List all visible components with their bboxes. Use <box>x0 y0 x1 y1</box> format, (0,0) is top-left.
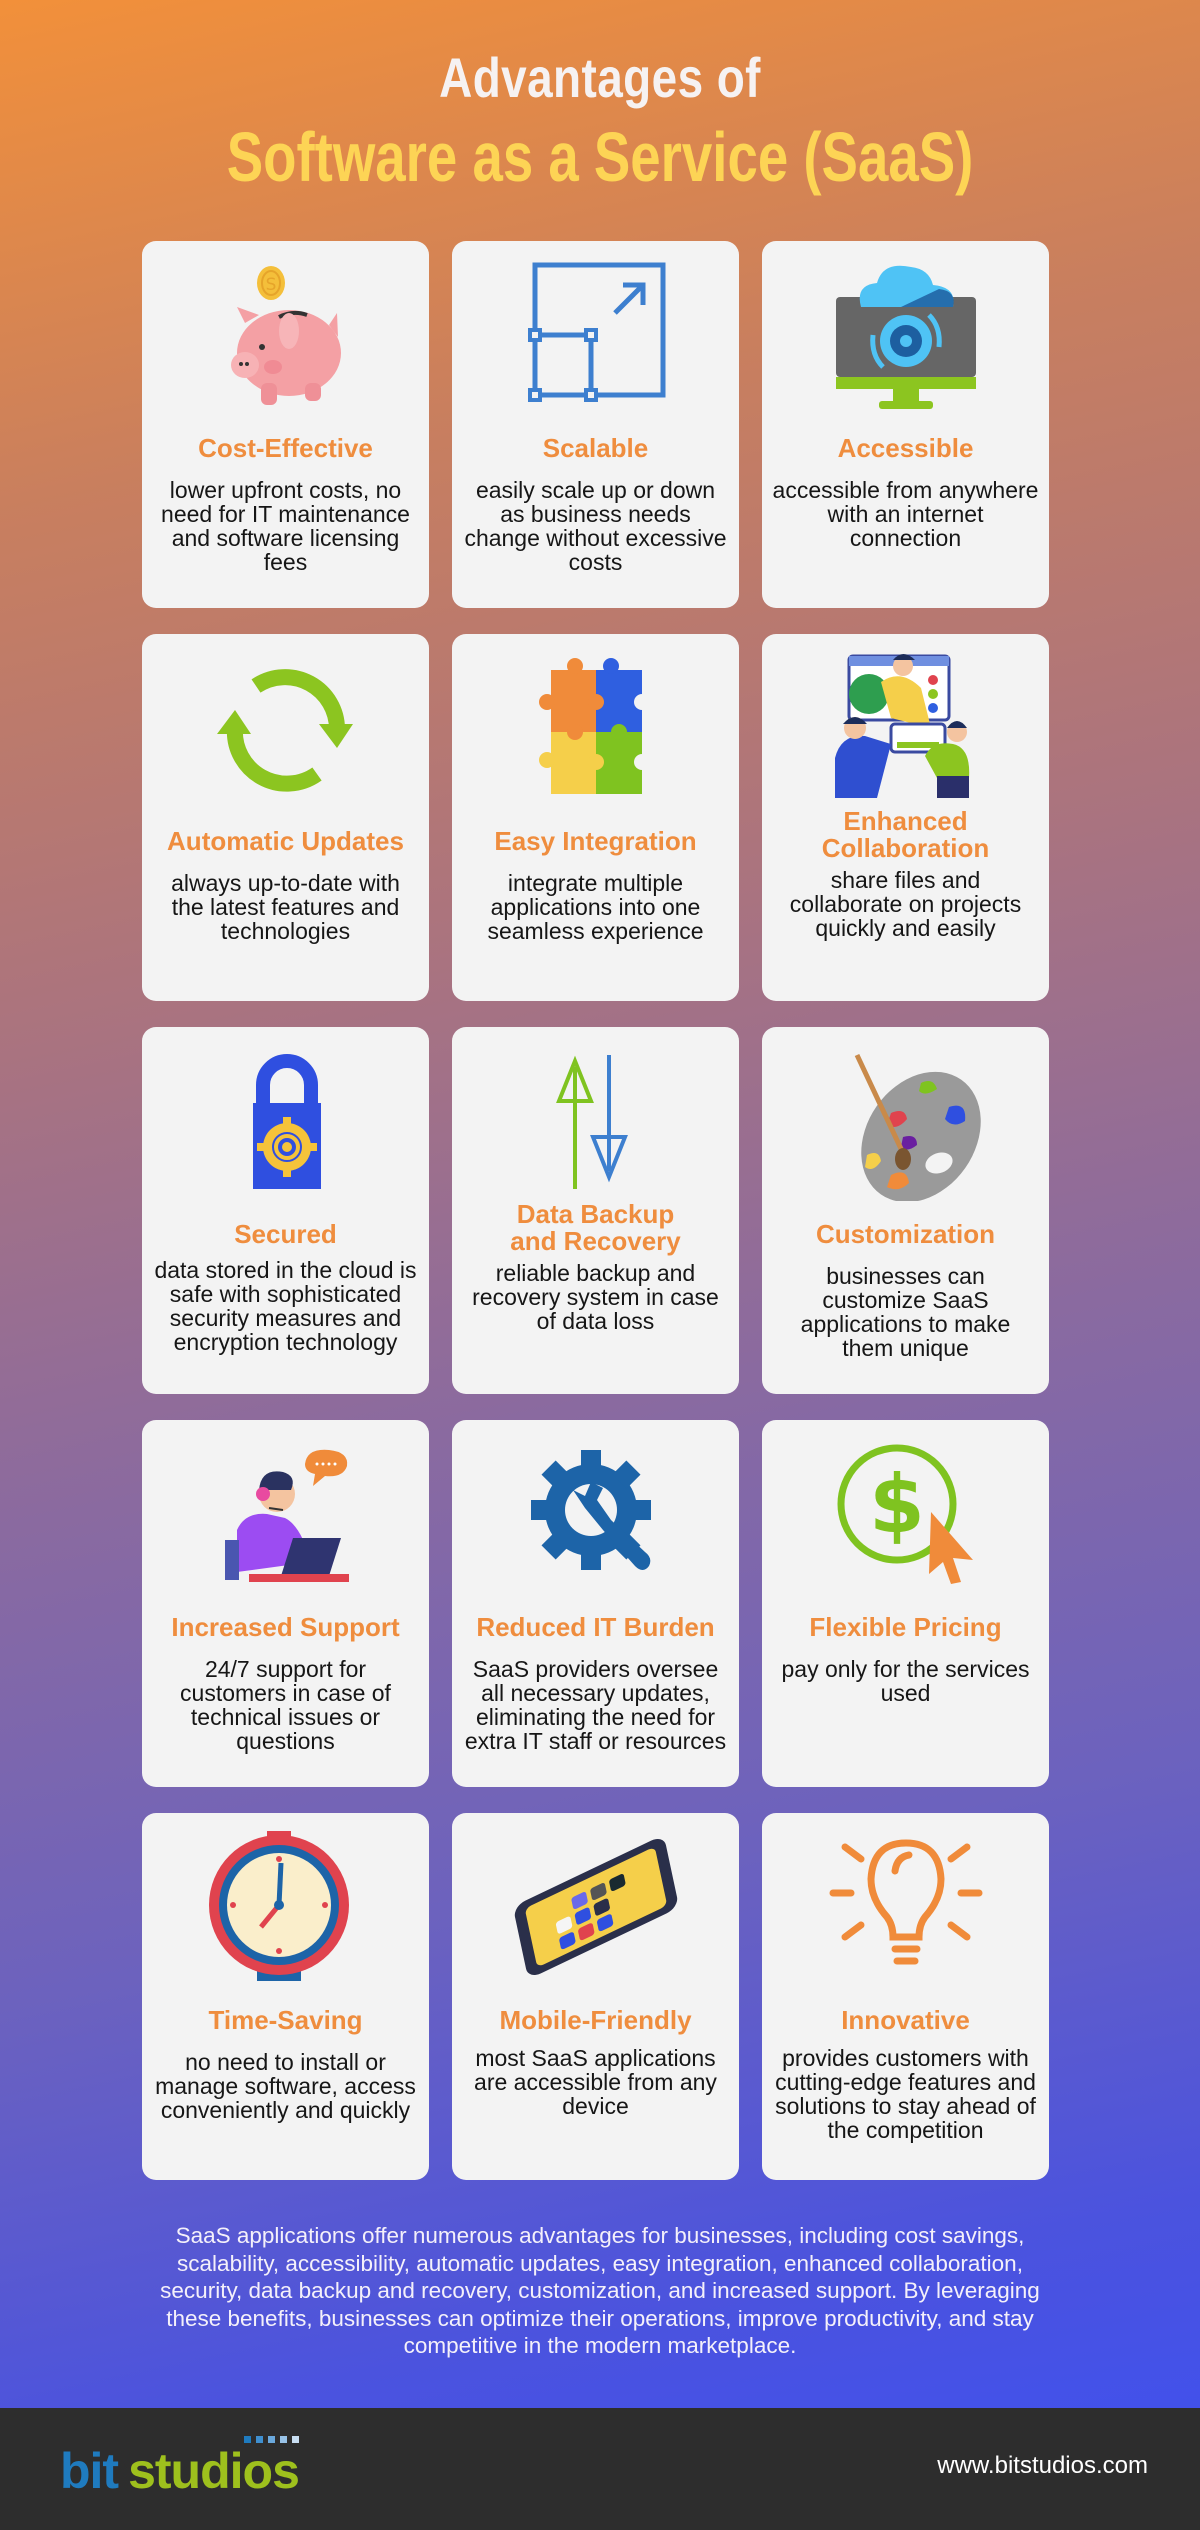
logo-text-studios-label: studios <box>128 2443 300 2499</box>
card-description: accessible from anywhere with an interne… <box>772 477 1039 551</box>
card-automatic-updates: Automatic Updates always up-to-date with… <box>142 634 429 1001</box>
padlock-gear-icon <box>186 1041 386 1201</box>
card-accessible: Accessible accessible from anywhere with… <box>762 241 1049 608</box>
smartphone-icon <box>496 1827 696 1987</box>
card-title: Automatic Updates <box>167 826 404 856</box>
card-scalable: Scalable easily scale up or down as busi… <box>452 241 739 608</box>
refresh-arrows-icon <box>186 648 386 808</box>
cloud-monitor-icon <box>806 255 1006 415</box>
card-description: share files and collaborate on projects … <box>789 867 1022 941</box>
card-description: always up-to-date with the latest featur… <box>171 870 400 944</box>
card-description: SaaS providers oversee all necessary upd… <box>464 1656 727 1754</box>
card-title: Mobile-Friendly <box>499 2005 692 2035</box>
puzzle-icon <box>496 648 696 808</box>
card-title: Flexible Pricing <box>809 1612 1002 1642</box>
card-description: 24/7 support for customers in case of te… <box>180 1656 391 1754</box>
collaboration-people-icon <box>806 648 1006 808</box>
logo-dots-icon <box>243 2436 299 2443</box>
card-description: no need to install or manage software, a… <box>155 2049 416 2123</box>
card-easy-integration: Easy Integration integrate multiple appl… <box>452 634 739 1001</box>
paint-palette-icon <box>806 1041 1006 1201</box>
summary-paragraph: SaaS applications offer numerous advanta… <box>160 2223 1040 2358</box>
light-bulb-icon <box>806 1827 1006 1987</box>
card-description: most SaaS applications are accessible fr… <box>474 2045 717 2119</box>
card-secured: Secured data stored in the cloud is safe… <box>142 1027 429 1394</box>
dollar-cursor-icon: $ <box>806 1434 1006 1594</box>
card-mobile-friendly: Mobile-Friendly most SaaS applications a… <box>452 1813 739 2180</box>
card-customization: Customization businesses can customize S… <box>762 1027 1049 1394</box>
website-link[interactable]: www.bitstudios.com <box>937 2452 1148 2480</box>
card-description: easily scale up or down as business need… <box>464 477 727 575</box>
card-data-backup: Data Backup and Recovery reliable backup… <box>452 1027 739 1394</box>
scale-resize-icon <box>496 255 696 415</box>
bit-studios-logo[interactable]: bit studios <box>60 2436 300 2499</box>
gear-wrench-icon <box>496 1434 696 1594</box>
piggy-bank-icon: S <box>186 255 386 415</box>
support-agent-icon <box>186 1434 386 1594</box>
card-title: Secured <box>234 1219 337 1249</box>
card-title: Accessible <box>837 433 974 463</box>
card-title: Customization <box>815 1219 996 1249</box>
up-down-arrows-icon <box>496 1041 696 1201</box>
card-description: provides customers with cutting-edge fea… <box>775 2045 1036 2143</box>
infographic: Advantages of Software as a Service (Saa… <box>0 0 1200 2408</box>
title-line-1: Advantages of <box>439 46 761 109</box>
card-title: Easy Integration <box>494 826 697 856</box>
card-description: businesses can customize SaaS applicatio… <box>800 1263 1011 1361</box>
logo-text-studios: studios <box>128 2436 300 2499</box>
card-innovative: Innovative provides customers with cutti… <box>762 1813 1049 2180</box>
header: Advantages of Software as a Service (Saa… <box>0 40 1200 198</box>
card-cost-effective: S Cost-Effective lower upfront costs, no <box>142 241 429 608</box>
advantages-grid: S Cost-Effective lower upfront costs, no <box>142 241 1049 2180</box>
card-title: Scalable <box>542 433 649 463</box>
card-flexible-pricing: $ Flexible Pricing pay only for the serv… <box>762 1420 1049 1787</box>
card-reduced-it-burden: Reduced IT Burden SaaS providers oversee… <box>452 1420 739 1787</box>
card-title: Innovative <box>841 2005 970 2035</box>
card-description: integrate multiple applications into one… <box>487 870 704 944</box>
card-description: lower upfront costs, no need for IT main… <box>161 477 410 575</box>
card-title: Cost-Effective <box>198 433 373 463</box>
card-time-saving: Time-Saving no need to install or manage… <box>142 1813 429 2180</box>
card-title: Reduced IT Burden <box>476 1612 715 1642</box>
card-title: Data Backup and Recovery <box>510 1199 681 1256</box>
card-increased-support: Increased Support 24/7 support for custo… <box>142 1420 429 1787</box>
footer: bit studios www.bitstudios.com <box>0 2408 1200 2530</box>
svg-text:$: $ <box>869 1458 925 1551</box>
svg-text:S: S <box>265 275 276 295</box>
card-description: data stored in the cloud is safe with so… <box>154 1257 417 1355</box>
card-description: pay only for the services used <box>781 1656 1030 1706</box>
card-title: Time-Saving <box>208 2005 363 2035</box>
title-line-2: Software as a Service (SaaS) <box>226 118 974 196</box>
card-description: reliable backup and recovery system in c… <box>472 1260 719 1334</box>
card-title: Increased Support <box>171 1612 400 1642</box>
stopwatch-icon <box>186 1827 386 1987</box>
logo-text-bit: bit <box>60 2443 119 2499</box>
card-enhanced-collaboration: Enhanced Collaboration share files and c… <box>762 634 1049 1001</box>
card-title: Enhanced Collaboration <box>821 806 990 863</box>
